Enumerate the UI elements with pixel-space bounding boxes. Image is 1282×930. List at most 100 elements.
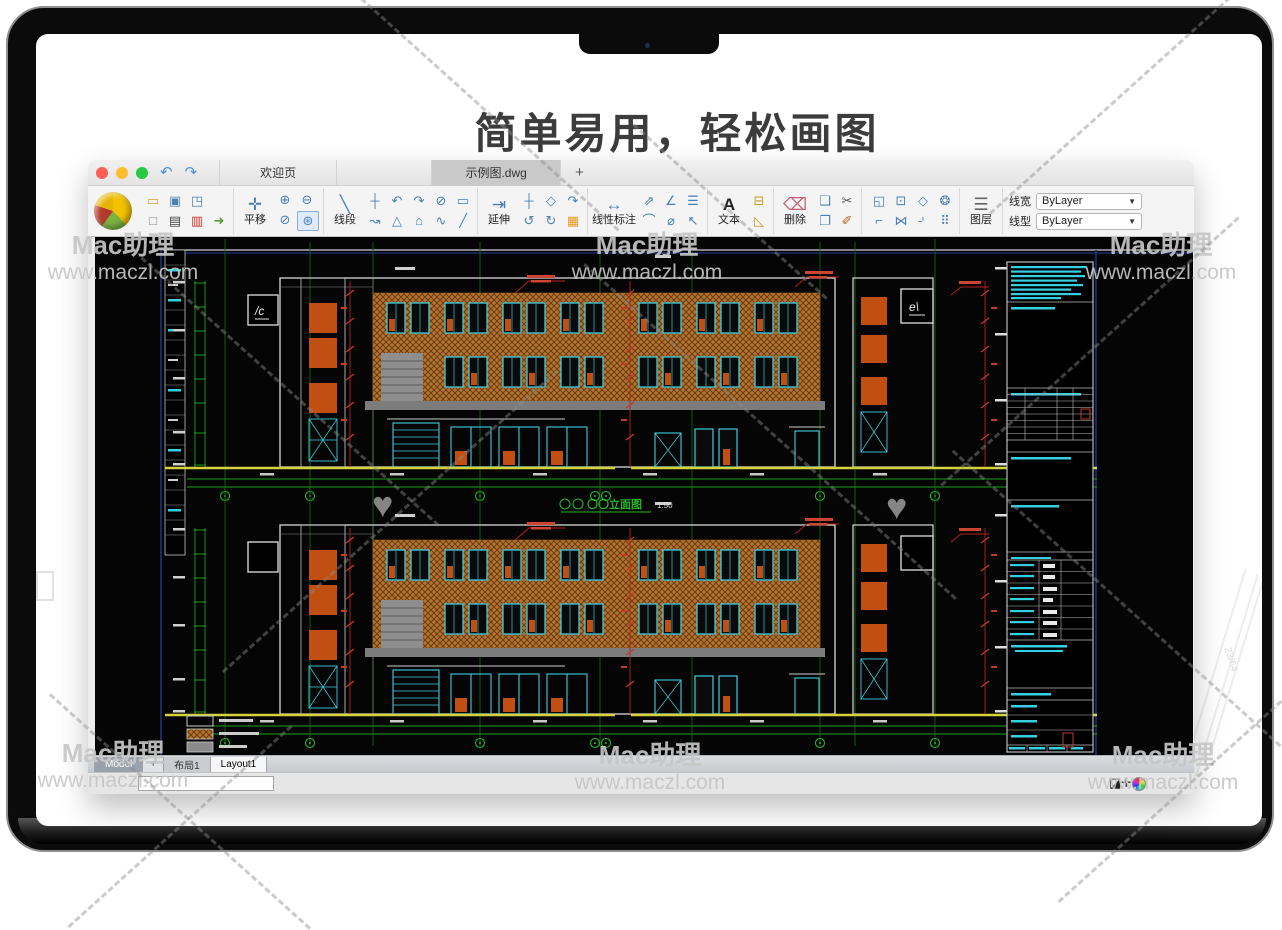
drawing-canvas[interactable]: /c e\ 〇〇立面图 1:50 — [95, 237, 1193, 755]
main-toolbar: ▭▣◳ □▤▥➜ ✛ 平移 ⊕⊖ ⊘⊛ ╲ — [88, 186, 1194, 237]
dim-style-icon[interactable]: ◺ — [749, 212, 769, 230]
transform-tool-icon[interactable]: ⋈ — [891, 212, 911, 230]
material-legend — [187, 716, 259, 752]
modify-tool-icon[interactable]: ↺ — [519, 212, 539, 230]
laptop-notch — [579, 34, 719, 54]
dim-tool-icon[interactable]: ↖ — [683, 212, 703, 230]
dim-tool-icon[interactable]: ⌒ — [639, 212, 659, 230]
toolbar-group-text: A 文本 ⊟ ◺ — [708, 188, 774, 234]
toolbar-icon[interactable]: ▤ — [165, 212, 185, 230]
lineweight-select[interactable]: ByLayer ▼ — [1036, 193, 1142, 210]
zoom-tool-icon[interactable]: ⊘ — [275, 211, 295, 229]
cad-drawing: /c e\ 〇〇立面图 1:50 — [95, 237, 1193, 755]
dim-tool-icon[interactable]: ⇗ — [639, 192, 659, 210]
draw-tool-icon[interactable]: ↷ — [409, 192, 429, 210]
crosshair-icon[interactable]: ✛ — [1121, 775, 1132, 791]
toolbar-group-line: ╲ 线段 ┼↶↷⊘▭ ↝△⌂∿╱ — [324, 188, 478, 234]
transform-tool-icon[interactable]: ❂ — [935, 192, 955, 210]
zoom-tool-icon[interactable]: ⊛ — [297, 211, 319, 231]
draw-tool-icon[interactable]: ⌂ — [409, 212, 429, 230]
text-tool[interactable]: A 文本 — [712, 195, 746, 227]
dim-tool-icon[interactable]: ⌀ — [661, 212, 681, 230]
toolbar-group-properties: 线宽 ByLayer ▼ 线型 ByLayer ▼ — [1009, 193, 1142, 230]
delete-tool[interactable]: ⌫ 删除 — [778, 195, 812, 227]
pan-tool[interactable]: ✛ 平移 — [238, 195, 272, 227]
toolbar-icon[interactable]: ▭ — [143, 192, 163, 210]
undo-icon[interactable]: ↶ — [160, 165, 173, 180]
draw-tool-icon[interactable]: ╱ — [453, 212, 473, 230]
transform-tool-icon[interactable]: ◇ — [913, 192, 933, 210]
linear-dim-tool[interactable]: ↔ 线性标注 — [592, 195, 636, 227]
lineweight-value: ByLayer — [1042, 195, 1082, 207]
dim-tool-icon[interactable]: ☰ — [683, 192, 703, 210]
draw-tool-icon[interactable]: ⊘ — [431, 192, 451, 210]
modify-tool-icon[interactable]: ◇ — [541, 192, 561, 210]
linetype-label: 线型 — [1009, 213, 1031, 229]
new-tab-button[interactable]: + — [575, 164, 584, 181]
minimize-button[interactable] — [116, 167, 128, 179]
eraser-icon: ⌫ — [783, 195, 807, 214]
delete-label: 删除 — [784, 214, 806, 227]
tab-welcome[interactable]: 欢迎页 — [219, 160, 337, 186]
transform-tool-icon[interactable]: ⌐ — [869, 212, 889, 230]
layer-tool[interactable]: ☰ 图层 — [964, 195, 998, 227]
toolbar-icon[interactable]: ▣ — [165, 192, 185, 210]
layers-icon: ☰ — [973, 195, 988, 214]
modify-tool-icon[interactable]: ┼ — [519, 192, 539, 210]
redo-icon[interactable]: ↷ — [185, 165, 198, 180]
modify-tool-icon[interactable]: ▦ — [563, 212, 583, 230]
zoom-tool-icon[interactable]: ⊕ — [275, 191, 295, 209]
command-input[interactable] — [138, 776, 274, 791]
maximize-button[interactable] — [136, 167, 148, 179]
zoom-tool-icon[interactable]: ⊖ — [297, 191, 317, 209]
tab-layout1[interactable]: Layout1 — [211, 757, 268, 772]
lineweight-label: 线宽 — [1009, 193, 1031, 209]
dim-style-icon[interactable]: ⊟ — [749, 192, 769, 210]
clipboard-tool-icon[interactable]: ✐ — [837, 212, 857, 230]
modify-tool-icon[interactable]: ↻ — [541, 212, 561, 230]
toolbar-group-file: ▭▣◳ □▤▥➜ — [136, 188, 234, 234]
paper-space-icon[interactable]: ◪ — [1109, 775, 1121, 791]
detail-marker-right: e\ — [909, 300, 919, 314]
linear-dim-icon: ↔ — [606, 195, 623, 214]
toolbar-icon[interactable]: ➜ — [209, 212, 229, 230]
clipboard-tool-icon[interactable]: ❏ — [815, 192, 835, 210]
toolbar-group-layer: ☰ 图层 — [960, 188, 1003, 234]
toolbar-icon[interactable]: ◳ — [187, 192, 207, 210]
linetype-select[interactable]: ByLayer ▼ — [1036, 213, 1142, 230]
tab-drawing-active[interactable]: 示例图.dwg — [431, 160, 561, 186]
draw-tool-icon[interactable]: ∿ — [431, 212, 451, 230]
clipboard-tool-icon[interactable]: ✂ — [837, 192, 857, 210]
add-layout-button[interactable]: + — [143, 757, 164, 772]
tab-model[interactable]: Model — [94, 757, 143, 772]
transform-tool-icon[interactable]: ⌏ — [913, 212, 933, 230]
toolbar-icon[interactable]: □ — [143, 212, 163, 230]
transform-tool-icon[interactable]: ⠿ — [935, 212, 955, 230]
dim-tool-icon[interactable]: ∠ — [661, 192, 681, 210]
app-logo-icon — [94, 192, 132, 230]
extend-tool[interactable]: ⇥ 延伸 — [482, 195, 516, 227]
draw-tool-icon[interactable]: △ — [387, 212, 407, 230]
page-title: 简单易用，轻松画图 — [36, 100, 1262, 161]
layer-label: 图层 — [970, 214, 992, 227]
line-tool[interactable]: ╲ 线段 — [328, 195, 362, 227]
transform-tool-icon[interactable]: ◱ — [869, 192, 889, 210]
chevron-down-icon: ▼ — [1128, 197, 1136, 206]
transform-tool-icon[interactable]: ⊡ — [891, 192, 911, 210]
extend-icon: ⇥ — [492, 195, 506, 214]
clipboard-tool-icon[interactable]: ❐ — [815, 212, 835, 230]
toolbar-icon[interactable]: ▥ — [187, 212, 207, 230]
background-sketch-left — [36, 571, 54, 601]
chevron-down-icon: ▼ — [1128, 217, 1136, 226]
cad-app-window: ↶ ↷ 欢迎页 示例图.dwg + ▭▣◳ □▤▥➜ ✛ 平移 — [88, 160, 1194, 794]
line-label: 线段 — [334, 214, 356, 227]
color-wheel-icon[interactable] — [1132, 777, 1146, 791]
toolbar-group-delete: ⌫ 删除 ❏✂ ❐✐ — [774, 188, 862, 234]
draw-tool-icon[interactable]: ↶ — [387, 192, 407, 210]
draw-tool-icon[interactable]: ↝ — [365, 212, 385, 230]
modify-tool-icon[interactable]: ↷ — [563, 192, 583, 210]
draw-tool-icon[interactable]: ▭ — [453, 192, 473, 210]
draw-tool-icon[interactable]: ┼ — [365, 192, 385, 210]
close-button[interactable] — [96, 167, 108, 179]
tab-layout-cn[interactable]: 布局1 — [164, 757, 211, 772]
